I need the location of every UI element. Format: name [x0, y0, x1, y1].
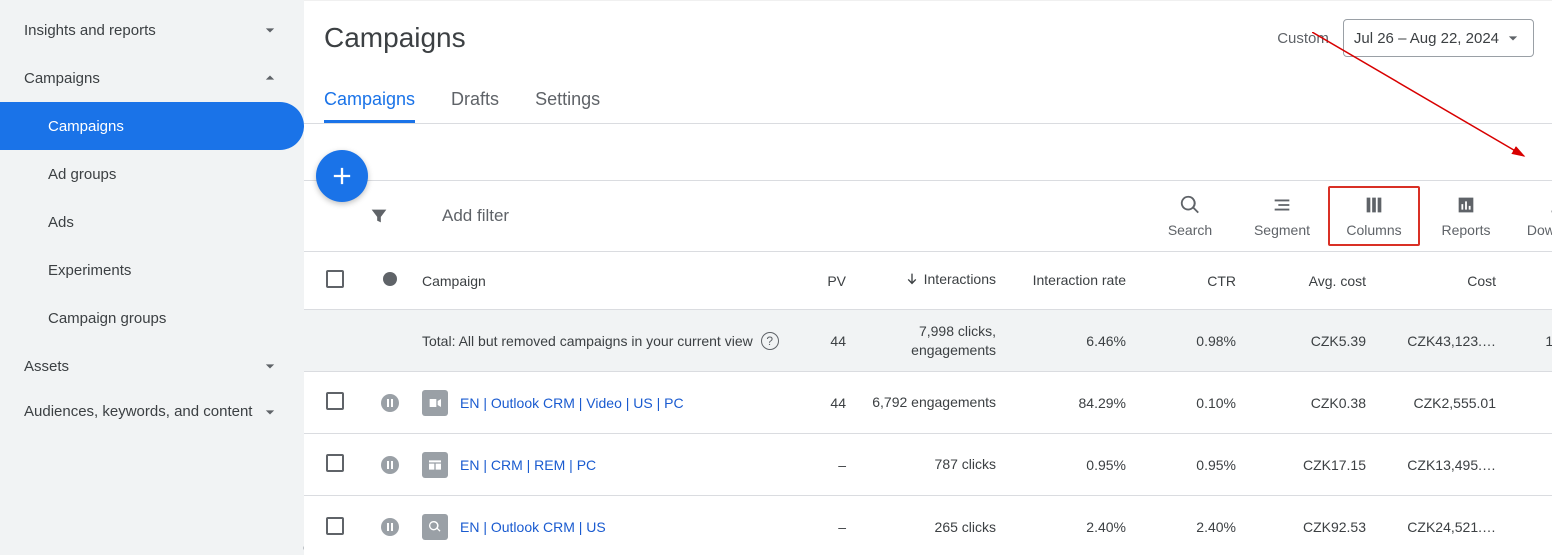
- table-total-row: Total: All but removed campaigns in your…: [304, 310, 1552, 372]
- pause-icon[interactable]: [381, 518, 399, 536]
- column-ctr[interactable]: CTR: [1134, 273, 1244, 289]
- chevron-up-icon: [260, 68, 280, 88]
- tab-campaigns[interactable]: Campaigns: [324, 79, 415, 123]
- toolbar-search-button[interactable]: Search: [1144, 186, 1236, 246]
- sidebar-item-label: Assets: [24, 358, 69, 375]
- table-area: Add filter Search Segment Columns: [304, 124, 1552, 555]
- column-cost[interactable]: Cost: [1374, 273, 1504, 289]
- sidebar-subitem-campaign-groups[interactable]: Campaign groups: [0, 294, 304, 342]
- plus-icon: [328, 162, 356, 190]
- segment-icon: [1271, 194, 1293, 216]
- table-row[interactable]: EN | Outlook CRM | Video | US | PC 44 6,…: [304, 372, 1552, 434]
- table-header-row: Campaign PV Interactions Interaction rat…: [304, 252, 1552, 310]
- campaigns-table: Campaign PV Interactions Interaction rat…: [304, 252, 1552, 555]
- tabs: Campaigns Drafts Settings: [304, 59, 1552, 124]
- sidebar-subitem-ads[interactable]: Ads: [0, 198, 304, 246]
- column-pv[interactable]: PV: [814, 273, 854, 289]
- columns-icon: [1363, 194, 1385, 216]
- header-row: Campaigns Custom Jul 26 – Aug 22, 2024: [304, 0, 1552, 59]
- sidebar-item-campaigns[interactable]: Campaigns: [0, 54, 304, 102]
- download-icon: [1547, 194, 1552, 216]
- new-campaign-fab[interactable]: [316, 150, 368, 202]
- search-icon: [422, 514, 448, 540]
- sidebar-subitem-campaigns[interactable]: Campaigns: [0, 102, 304, 150]
- campaign-link[interactable]: EN | CRM | REM | PC: [460, 457, 596, 473]
- column-avg-cost[interactable]: Avg. cost: [1244, 273, 1374, 289]
- sidebar-subitem-experiments[interactable]: Experiments: [0, 246, 304, 294]
- chevron-down-icon: [260, 20, 280, 40]
- help-icon[interactable]: ?: [761, 332, 779, 350]
- filter-icon-cell[interactable]: [304, 205, 410, 227]
- chevron-down-icon: [260, 356, 280, 376]
- search-icon: [1179, 194, 1201, 216]
- sidebar: Insights and reports Campaigns Campaigns…: [0, 0, 304, 555]
- reports-icon: [1455, 194, 1477, 216]
- table-toolbar: Add filter Search Segment Columns: [304, 180, 1552, 252]
- tab-settings[interactable]: Settings: [535, 79, 600, 123]
- column-impr[interactable]: Impr.: [1504, 273, 1552, 289]
- chevron-down-icon: [260, 402, 280, 422]
- filter-icon: [368, 205, 390, 227]
- sort-desc-icon: [904, 271, 920, 287]
- sidebar-item-audiences[interactable]: Audiences, keywords, and content: [0, 390, 304, 434]
- campaign-link[interactable]: EN | Outlook CRM | Video | US | PC: [460, 395, 684, 411]
- sidebar-item-assets[interactable]: Assets: [0, 342, 304, 390]
- sidebar-item-insights-and-reports[interactable]: Insights and reports: [0, 6, 304, 54]
- date-preset-label: Custom: [1277, 30, 1329, 47]
- row-checkbox[interactable]: [326, 392, 344, 410]
- pause-icon[interactable]: [381, 456, 399, 474]
- sidebar-subitem-ad-groups[interactable]: Ad groups: [0, 150, 304, 198]
- toolbar-reports-button[interactable]: Reports: [1420, 186, 1512, 246]
- pause-icon[interactable]: [381, 394, 399, 412]
- video-icon: [422, 390, 448, 416]
- row-checkbox[interactable]: [326, 454, 344, 472]
- campaign-link[interactable]: EN | Outlook CRM | US: [460, 519, 606, 535]
- main: Campaigns Custom Jul 26 – Aug 22, 2024 C…: [304, 0, 1552, 555]
- caret-down-icon: [1503, 28, 1523, 48]
- toolbar-download-button[interactable]: Download: [1512, 186, 1552, 246]
- column-interaction-rate[interactable]: Interaction rate: [1004, 272, 1134, 289]
- add-filter-input[interactable]: Add filter: [410, 206, 1144, 226]
- total-row-label-cell: Total: All but removed campaigns in your…: [414, 332, 814, 350]
- display-icon: [422, 452, 448, 478]
- table-row[interactable]: EN | Outlook CRM | US – 265 clicks 2.40%…: [304, 496, 1552, 555]
- column-campaign[interactable]: Campaign: [414, 273, 814, 289]
- tab-drafts[interactable]: Drafts: [451, 79, 499, 123]
- page-title: Campaigns: [324, 22, 1277, 54]
- sidebar-item-label: Insights and reports: [24, 22, 156, 39]
- column-interactions[interactable]: Interactions: [854, 271, 1004, 290]
- status-filter-header-icon[interactable]: [383, 272, 397, 286]
- select-all-checkbox[interactable]: [326, 270, 344, 288]
- sidebar-sublist-campaigns: Campaigns Ad groups Ads Experiments Camp…: [0, 102, 304, 342]
- toolbar-columns-button[interactable]: Columns: [1328, 186, 1420, 246]
- date-range-dropdown[interactable]: Jul 26 – Aug 22, 2024: [1343, 19, 1534, 57]
- sidebar-item-label: Campaigns: [24, 70, 100, 87]
- toolbar-segment-button[interactable]: Segment: [1236, 186, 1328, 246]
- sidebar-item-label: Audiences, keywords, and content: [24, 402, 252, 422]
- row-checkbox[interactable]: [326, 517, 344, 535]
- table-row[interactable]: EN | CRM | REM | PC – 787 clicks 0.95% 0…: [304, 434, 1552, 496]
- date-prev-button[interactable]: [1548, 20, 1552, 56]
- toolbar-buttons: Search Segment Columns Reports: [1144, 186, 1552, 246]
